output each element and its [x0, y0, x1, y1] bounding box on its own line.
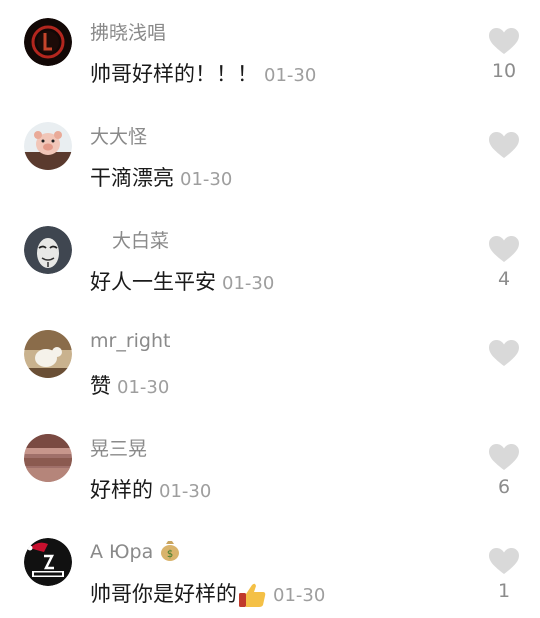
comment-content: 干滴漂亮 01-30 — [90, 162, 232, 192]
money-bag-icon: $ — [159, 538, 181, 567]
comment-username[interactable]: 大白菜 — [112, 226, 169, 253]
comment-text: 好人一生平安 — [90, 270, 216, 294]
comment-text: 赞 — [90, 374, 111, 398]
thumbs-up-icon — [237, 581, 267, 613]
comment-content: 帅哥你是好样的 01-30 — [90, 578, 325, 613]
comment-item: 拂晓浅唱 帅哥好样的！！！ 01-30 10 — [0, 0, 540, 104]
like-heart-icon[interactable] — [489, 340, 519, 367]
mask-avatar-icon[interactable] — [24, 226, 72, 274]
username-text: A Юра — [90, 541, 154, 563]
comment-username[interactable]: 晃三晃 — [90, 434, 147, 461]
comment-date: 01-30 — [273, 585, 326, 606]
comment-date: 01-30 — [264, 65, 317, 86]
comment-content: 好样的 01-30 — [90, 474, 211, 504]
comment-date: 01-30 — [117, 377, 170, 398]
like-count: 4 — [497, 268, 511, 290]
comment-date: 01-30 — [159, 481, 212, 502]
comment-text: 帅哥你是好样的 — [90, 582, 237, 606]
photo-avatar-icon[interactable] — [24, 330, 72, 378]
sepia-photo-avatar-icon[interactable] — [24, 434, 72, 482]
comment-date: 01-30 — [180, 169, 233, 190]
svg-text:$: $ — [167, 549, 173, 560]
comment-item: mr_right 赞 01-30 — [0, 312, 540, 416]
like-heart-icon[interactable] — [489, 132, 519, 159]
comment-item: 大白菜 好人一生平安 01-30 4 — [0, 208, 540, 312]
comment-username[interactable]: 拂晓浅唱 — [90, 18, 166, 45]
like-heart-icon[interactable] — [489, 28, 519, 55]
red-ring-avatar-icon[interactable] — [24, 18, 72, 66]
like-count: 6 — [497, 476, 511, 498]
comment-list: 拂晓浅唱 帅哥好样的！！！ 01-30 10 大大怪 干滴漂亮 01-30 大白… — [0, 0, 540, 618]
comment-username[interactable]: 大大怪 — [90, 122, 147, 149]
like-heart-icon[interactable] — [489, 548, 519, 575]
comment-text: 好样的 — [90, 478, 153, 502]
comment-content: 好人一生平安 01-30 — [90, 266, 274, 296]
comment-item: 大大怪 干滴漂亮 01-30 — [0, 104, 540, 208]
comment-date: 01-30 — [222, 273, 275, 294]
comment-username[interactable]: mr_right — [90, 330, 170, 352]
like-heart-icon[interactable] — [489, 236, 519, 263]
comment-item: 晃三晃 好样的 01-30 6 — [0, 416, 540, 520]
comment-content: 帅哥好样的！！！ 01-30 — [90, 58, 316, 88]
comment-text: 干滴漂亮 — [90, 166, 174, 190]
comment-content: 赞 01-30 — [90, 370, 169, 400]
comment-username[interactable]: A Юра $ — [90, 538, 181, 567]
like-count: 1 — [497, 580, 511, 602]
like-count: 10 — [491, 60, 517, 82]
pig-plush-avatar-icon[interactable] — [24, 122, 72, 170]
comment-text: 帅哥好样的！！！ — [90, 62, 258, 86]
slash-logo-avatar-icon[interactable] — [24, 538, 72, 586]
comment-item: A Юра $ 帅哥你是好样的 01-30 1 — [0, 520, 540, 618]
like-heart-icon[interactable] — [489, 444, 519, 471]
